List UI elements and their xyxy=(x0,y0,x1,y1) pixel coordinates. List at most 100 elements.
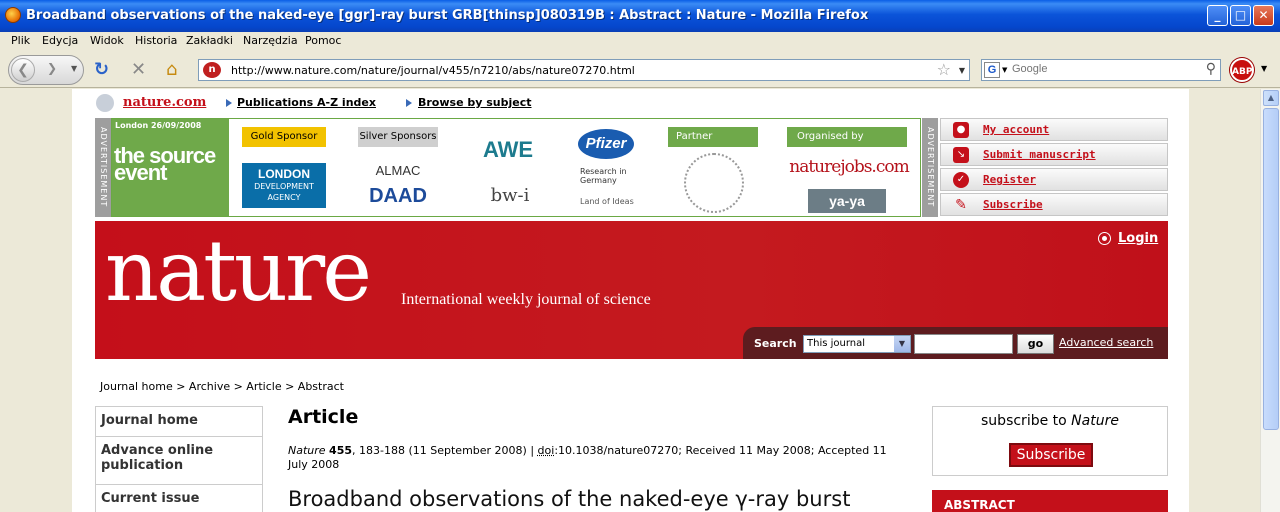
home-icon[interactable]: ⌂ xyxy=(166,60,177,80)
advanced-search-link[interactable]: Advanced search xyxy=(1059,336,1153,349)
submit-icon: ↘ xyxy=(953,147,969,163)
organised-by-label: Organised by xyxy=(787,127,907,147)
search-scope-value: This journal xyxy=(807,338,866,349)
gold-sponsor-label: Gold Sponsor xyxy=(242,127,326,147)
site-search-input[interactable] xyxy=(914,334,1013,354)
pencil-icon: ✎ xyxy=(955,197,967,213)
adblock-plus-icon[interactable]: ABP xyxy=(1230,58,1254,82)
menu-bar: Plik Edycja Widok Historia Zakładki Narz… xyxy=(0,32,1280,50)
search-label: Search xyxy=(754,337,797,350)
subscribe-button[interactable]: Subscribe xyxy=(1009,443,1093,467)
menu-narzedzia[interactable]: Narzędzia xyxy=(243,34,298,47)
menu-plik[interactable]: Plik xyxy=(11,34,30,47)
engine-dropdown-icon[interactable]: ▼ xyxy=(1002,66,1007,74)
advertisement-banner[interactable]: London 26/09/2008 the source event Gold … xyxy=(111,118,921,217)
nav-advance-online-publication[interactable]: Advance online publication xyxy=(96,437,262,485)
scroll-thumb[interactable] xyxy=(1263,108,1279,430)
citation-pages: , 183-188 (11 September 2008) | xyxy=(352,444,538,457)
menu-edycja[interactable]: Edycja xyxy=(42,34,78,47)
history-dropdown-icon[interactable]: ▼ xyxy=(71,64,77,73)
volume-number: 455 xyxy=(329,444,353,457)
url-bar[interactable]: n http://www.nature.com/nature/journal/v… xyxy=(198,59,970,81)
window-title-bar: Broadband observations of the naked-eye … xyxy=(0,0,1280,32)
firefox-icon xyxy=(5,7,21,23)
nav-current-issue[interactable]: Current issue xyxy=(96,485,262,512)
article-heading: Article xyxy=(288,406,359,428)
menu-widok[interactable]: Widok xyxy=(90,34,124,47)
google-engine-icon[interactable]: G xyxy=(984,62,1000,78)
pfizer-logo: Pfizer xyxy=(578,129,634,159)
research-germany-logo: Research in Germany xyxy=(580,167,627,185)
browse-subject-link[interactable]: Browse by subject xyxy=(418,96,532,109)
subscribe-box: subscribe to Nature Subscribe xyxy=(932,406,1168,476)
login-link[interactable]: Login xyxy=(1118,231,1158,246)
advert-label-right: ADVERTISEMENT xyxy=(922,118,938,217)
nature-com-link[interactable]: nature.com xyxy=(123,95,206,110)
search-scope-select[interactable]: This journal ▼ xyxy=(803,335,911,353)
article-title: Broadband observations of the naked-eye … xyxy=(288,487,851,511)
vertical-scrollbar[interactable]: ▲ xyxy=(1260,89,1280,512)
search-magnifier-icon[interactable]: ⚲ xyxy=(1206,61,1216,77)
naturejobs-logo: naturejobs.com xyxy=(789,157,909,177)
site-search-bar: Search This journal ▼ go Advanced search xyxy=(743,327,1168,359)
go-button[interactable]: go xyxy=(1017,334,1054,354)
login-radio-icon xyxy=(1098,232,1111,245)
masthead-tagline: International weekly journal of science xyxy=(401,291,651,308)
subscribe-item[interactable]: ✎ Subscribe xyxy=(940,193,1168,216)
site-favicon-icon: n xyxy=(203,62,221,78)
event-date: London 26/09/2008 xyxy=(115,121,202,130)
journal-name: Nature xyxy=(288,444,326,457)
submit-manuscript-link[interactable]: Submit manuscript xyxy=(983,148,1096,161)
url-text[interactable]: http://www.nature.com/nature/journal/v45… xyxy=(231,64,635,77)
register-link[interactable]: Register xyxy=(983,173,1036,186)
register-icon: ✓ xyxy=(953,172,969,188)
back-forward-group: ❮ ❯ ▼ xyxy=(8,55,84,85)
search-input[interactable] xyxy=(1012,63,1182,75)
submit-manuscript-item[interactable]: ↘ Submit manuscript xyxy=(940,143,1168,166)
subscribe-text: subscribe to Nature xyxy=(981,413,1119,429)
arrow-icon xyxy=(226,99,232,107)
my-account-item[interactable]: ● My account xyxy=(940,118,1168,141)
bookmark-star-icon[interactable]: ☆ xyxy=(937,60,951,79)
url-dropdown-icon[interactable]: ▼ xyxy=(959,66,965,75)
land-of-ideas-logo: Land of Ideas xyxy=(580,197,634,206)
my-account-link[interactable]: My account xyxy=(983,123,1049,136)
menu-pomoc[interactable]: Pomoc xyxy=(305,34,341,47)
partner-label: Partner xyxy=(668,127,758,147)
source-event-ad[interactable]: London 26/09/2008 the source event xyxy=(112,119,229,216)
doi-link[interactable]: doi xyxy=(538,444,555,457)
breadcrumb[interactable]: Journal home > Archive > Article > Abstr… xyxy=(100,380,344,393)
london-network-logo xyxy=(684,153,744,213)
almac-logo: ALMAC xyxy=(375,163,421,178)
menu-zakladki[interactable]: Zakładki xyxy=(186,34,233,47)
arrow-icon xyxy=(406,99,412,107)
scroll-up-icon[interactable]: ▲ xyxy=(1263,90,1279,106)
awe-logo: AWE xyxy=(482,137,534,162)
advert-label-left: ADVERTISEMENT xyxy=(95,118,111,217)
london-development-agency-logo: LONDON DEVELOPMENT AGENCY xyxy=(242,163,326,208)
daad-logo: DAAD xyxy=(369,185,427,207)
user-icon: ● xyxy=(953,122,969,138)
nature-home-icon[interactable] xyxy=(96,94,114,112)
toolbar-overflow-icon[interactable]: ▼ xyxy=(1261,64,1267,73)
bw-i-logo: bw-i xyxy=(490,185,530,206)
abstract-header: ABSTRACT xyxy=(932,490,1168,512)
minimize-button[interactable]: _ xyxy=(1207,5,1228,26)
stop-icon[interactable]: ✕ xyxy=(131,60,146,80)
event-logo: the source event xyxy=(114,143,216,185)
close-button[interactable]: ✕ xyxy=(1253,5,1274,26)
chevron-down-icon[interactable]: ▼ xyxy=(894,336,910,352)
publications-az-link[interactable]: Publications A-Z index xyxy=(237,96,376,109)
subscribe-link[interactable]: Subscribe xyxy=(983,198,1043,211)
search-bar[interactable]: G ▼ ⚲ xyxy=(981,59,1221,81)
reload-icon[interactable]: ↻ xyxy=(94,60,109,80)
maximize-button[interactable]: □ xyxy=(1230,5,1251,26)
register-item[interactable]: ✓ Register xyxy=(940,168,1168,191)
nav-journal-home[interactable]: Journal home xyxy=(96,407,262,437)
nature-logo[interactable]: nature xyxy=(105,229,372,313)
left-navigation: Journal home Advance online publication … xyxy=(95,406,263,512)
forward-arrow-icon[interactable]: ❯ xyxy=(47,61,57,75)
menu-historia[interactable]: Historia xyxy=(135,34,177,47)
back-arrow-icon[interactable]: ❮ xyxy=(11,58,35,82)
window-title: Broadband observations of the naked-eye … xyxy=(26,8,869,23)
